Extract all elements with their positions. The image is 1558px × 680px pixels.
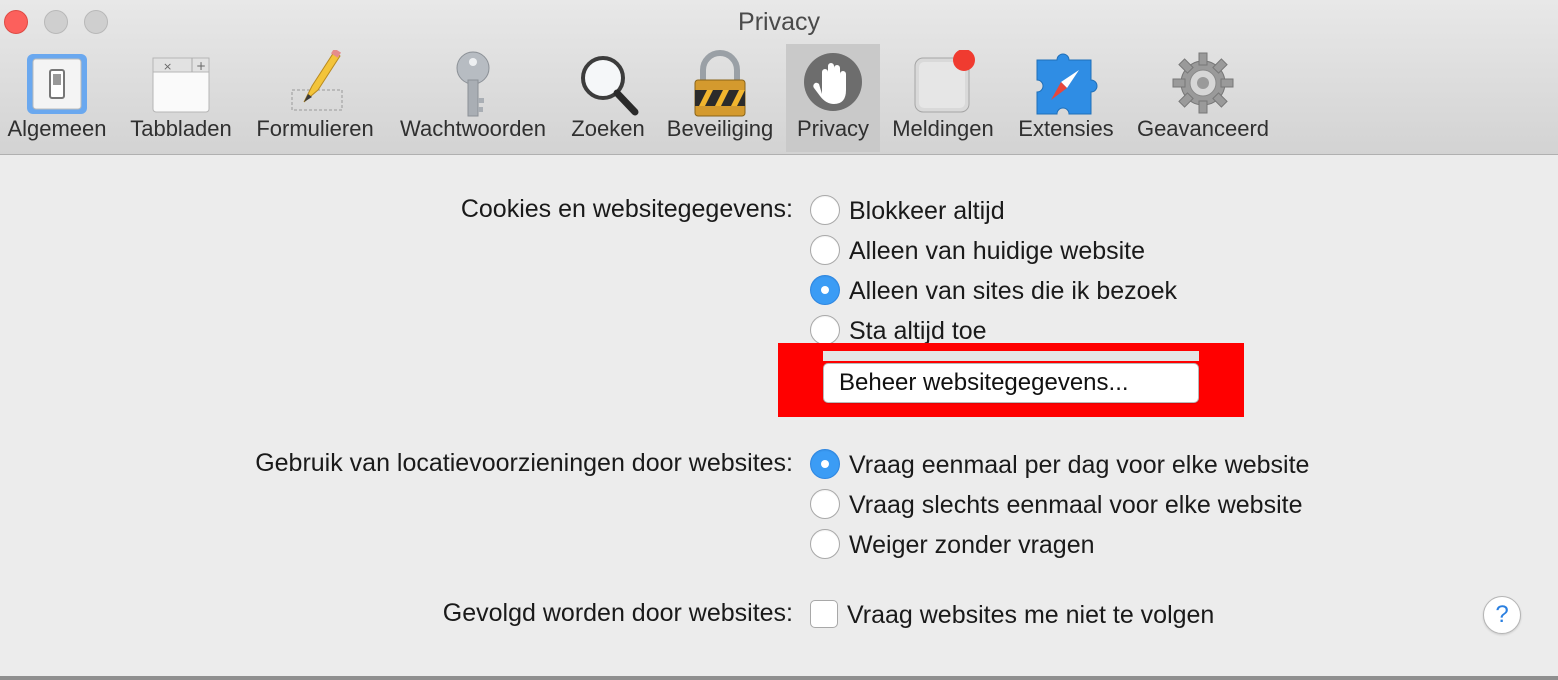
- tabs-icon: × +: [152, 57, 210, 113]
- tab-tabs[interactable]: × + Tabbladen: [122, 44, 240, 152]
- tab-advanced[interactable]: Geavanceerd: [1130, 44, 1276, 152]
- tab-notifications[interactable]: Meldingen: [884, 44, 1002, 152]
- do-not-track-checkbox[interactable]: [810, 600, 838, 628]
- tab-general[interactable]: Algemeen: [0, 44, 114, 152]
- preferences-window: Privacy Algemeen × + Tabbladen Formulier…: [0, 0, 1558, 680]
- tab-label: Wachtwoorden: [400, 116, 546, 141]
- cookies-label: Cookies en websitegegevens:: [460, 195, 793, 223]
- radio-button[interactable]: [810, 529, 840, 559]
- tab-label: Meldingen: [892, 116, 994, 141]
- option-label: Vraag websites me niet te volgen: [847, 601, 1215, 629]
- tab-label: Tabbladen: [130, 116, 232, 141]
- tab-extensions[interactable]: Extensies: [1010, 44, 1122, 152]
- hand-icon: [804, 53, 862, 111]
- svg-text:×: ×: [163, 60, 172, 73]
- button-shadow-strip: [823, 351, 1199, 361]
- radio-button-selected[interactable]: [810, 449, 840, 479]
- tab-security[interactable]: Beveiliging: [658, 44, 782, 152]
- option-label: Vraag eenmaal per dag voor elke website: [849, 451, 1310, 479]
- notification-icon: [914, 50, 975, 113]
- radio-button[interactable]: [810, 235, 840, 265]
- key-icon: [456, 51, 490, 117]
- manage-website-data-button[interactable]: Beheer websitegegevens...: [823, 363, 1199, 403]
- gear-icon: [1172, 52, 1234, 114]
- radio-button[interactable]: [810, 489, 840, 519]
- location-label: Gebruik van locatievoorzieningen door we…: [255, 449, 793, 477]
- radio-button[interactable]: [810, 315, 840, 345]
- pencil-form-icon: [291, 50, 343, 111]
- option-label: Alleen van sites die ik bezoek: [849, 277, 1177, 305]
- window-title: Privacy: [738, 8, 820, 36]
- radio-button-selected[interactable]: [810, 275, 840, 305]
- tab-label: Zoeken: [571, 116, 645, 141]
- tab-label: Formulieren: [256, 116, 374, 141]
- option-label: Alleen van huidige website: [849, 237, 1146, 265]
- tab-label: Privacy: [796, 116, 870, 141]
- puzzle-compass-icon: [1036, 53, 1098, 115]
- padlock-icon: [694, 50, 746, 117]
- tab-label: Beveiliging: [666, 116, 774, 141]
- general-switch-icon: [27, 54, 87, 114]
- tracking-label: Gevolgd worden door websites:: [442, 599, 793, 627]
- window-bottom-edge: [0, 676, 1558, 680]
- option-label: Vraag slechts eenmaal voor elke website: [849, 491, 1303, 519]
- tab-label: Extensies: [1018, 116, 1114, 141]
- privacy-pane: Cookies en websitegegevens: Blokkeer alt…: [0, 155, 1558, 680]
- radio-button[interactable]: [810, 195, 840, 225]
- option-label: Weiger zonder vragen: [849, 531, 1095, 559]
- tab-search[interactable]: Zoeken: [562, 44, 654, 152]
- tab-label: Algemeen: [7, 116, 107, 141]
- svg-text:+: +: [196, 59, 206, 73]
- titlebar: Privacy Algemeen × + Tabbladen Formulier…: [0, 0, 1558, 155]
- option-label: Blokkeer altijd: [849, 197, 1005, 225]
- tab-privacy[interactable]: Privacy: [786, 44, 880, 152]
- tab-autofill[interactable]: Formulieren: [246, 44, 384, 152]
- magnifier-icon: [581, 56, 639, 116]
- tab-label: Geavanceerd: [1136, 116, 1270, 141]
- help-button[interactable]: ?: [1483, 596, 1521, 634]
- tab-passwords[interactable]: Wachtwoorden: [388, 44, 558, 152]
